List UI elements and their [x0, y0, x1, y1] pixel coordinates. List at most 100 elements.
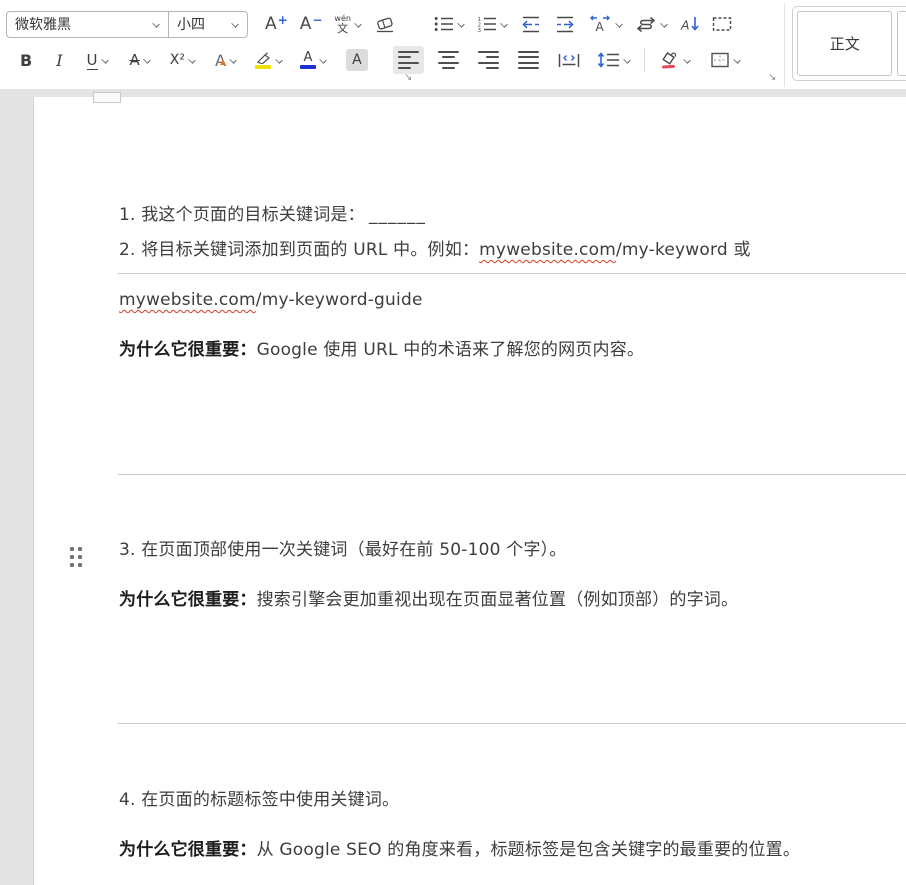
chevron-down-icon [660, 21, 668, 27]
sort-button[interactable]: A [675, 10, 705, 38]
style-item-body-text[interactable]: 正文 [797, 11, 892, 76]
line-spacing-button[interactable] [592, 46, 636, 74]
app-window: 微软雅黑 小四 A + A − [0, 0, 906, 885]
horizontal-rule [118, 474, 906, 475]
align-left-button[interactable] [393, 46, 424, 74]
bold-button[interactable]: B [15, 46, 37, 74]
bullet-list-button[interactable] [429, 10, 470, 38]
ribbon-row-format: B I U A X² A [6, 45, 747, 75]
bullet-list-icon [434, 16, 454, 32]
underline-button[interactable]: U [82, 46, 114, 74]
group-separator [644, 48, 645, 72]
italic-icon: I [56, 51, 62, 70]
swap-arrows-icon [635, 16, 657, 33]
text-frame-button[interactable] [707, 10, 737, 38]
justify-button[interactable] [513, 46, 544, 74]
paragraph-3: 3. 在页面顶部使用一次关键词（最好在前 50-100 个字）。 [119, 538, 567, 562]
chevron-down-icon [457, 21, 465, 27]
paragraph-dialog-launcher-icon[interactable]: ↘ [768, 73, 776, 83]
italic-button[interactable]: I [51, 46, 67, 74]
chevron-down-icon [615, 21, 623, 27]
align-center-button[interactable] [433, 46, 464, 74]
numbered-list-icon: 1 2 3 [477, 16, 497, 32]
decrease-indent-icon [520, 16, 542, 33]
swap-text-button[interactable] [630, 10, 673, 38]
document-canvas-background: 1. 我这个页面的目标关键词是：______ 2. 将目标关键词添加到页面的 U… [0, 89, 906, 885]
phonetic-guide-icon: wén 文 [334, 15, 351, 34]
font-color-button[interactable]: A [295, 46, 332, 74]
font-size-select[interactable]: 小四 [169, 12, 247, 37]
character-scale-button[interactable]: A [583, 10, 628, 38]
grow-font-icon: A + [265, 16, 288, 33]
chevron-down-icon [143, 57, 151, 63]
superscript-icon: X² [170, 52, 185, 68]
numbered-list-button[interactable]: 1 2 3 [472, 10, 513, 38]
document-page[interactable]: 1. 我这个页面的目标关键词是：______ 2. 将目标关键词添加到页面的 U… [33, 97, 906, 885]
paragraph-4: 4. 在页面的标题标签中使用关键词。 [119, 788, 399, 812]
highlighter-icon [254, 52, 272, 69]
paragraph-4-why: 为什么它很重要：从 Google SEO 的角度来看，标题标签是包含关键字的最重… [119, 838, 800, 862]
horizontal-rule [118, 273, 906, 274]
ribbon-row-font: 微软雅黑 小四 A + A − [6, 9, 738, 39]
align-left-icon [398, 51, 419, 69]
paragraph-drag-handle[interactable] [70, 547, 82, 569]
align-center-icon [438, 51, 459, 69]
clear-formatting-button[interactable] [369, 10, 401, 38]
text-effects-button[interactable]: A [210, 46, 242, 74]
spellcheck-underlined-text: mywebsite.com [119, 290, 256, 310]
line-spacing-icon [597, 52, 620, 68]
sort-icon: A [680, 15, 700, 33]
paragraph-2-line-2: mywebsite.com/my-keyword-guide [119, 288, 423, 312]
align-right-button[interactable] [473, 46, 504, 74]
shading-fill-button[interactable] [653, 46, 696, 74]
svg-text:A: A [595, 20, 604, 33]
strikethrough-button[interactable]: A [125, 46, 156, 74]
character-scale-icon: A [588, 15, 612, 33]
eraser-icon [374, 16, 396, 33]
paragraph-2-line-1: 2. 将目标关键词添加到页面的 URL 中。例如：mywebsite.com/m… [119, 238, 751, 262]
spellcheck-underlined-text: mywebsite.com [479, 240, 616, 260]
borders-button[interactable] [705, 46, 746, 74]
font-size-value: 小四 [177, 14, 205, 34]
chevron-down-icon [275, 57, 283, 63]
font-dialog-launcher-icon[interactable]: ↘ [404, 73, 412, 83]
formatting-ribbon: 微软雅黑 小四 A + A − [0, 0, 906, 89]
font-name-value: 微软雅黑 [15, 14, 71, 34]
chevron-down-icon [319, 57, 327, 63]
gallery-separator [784, 3, 785, 87]
decrease-indent-button[interactable] [515, 10, 547, 38]
svg-text:A: A [680, 18, 690, 33]
chevron-down-icon [500, 21, 508, 27]
frame-icon [712, 16, 732, 32]
superscript-button[interactable]: X² [165, 46, 201, 74]
paragraph-1: 1. 我这个页面的目标关键词是：______ [119, 203, 426, 227]
shrink-font-button[interactable]: A − [295, 10, 328, 38]
grow-font-button[interactable]: A + [260, 10, 293, 38]
phonetic-guide-button[interactable]: wén 文 [329, 10, 367, 38]
strikethrough-icon: A [130, 51, 140, 69]
paint-bucket-icon [658, 51, 680, 69]
shrink-font-icon: A − [300, 16, 323, 33]
style-item-next[interactable] [897, 11, 906, 76]
chevron-down-icon [231, 21, 239, 27]
text-effects-icon: A [215, 51, 226, 70]
chevron-down-icon [683, 57, 691, 63]
borders-icon [710, 51, 730, 69]
character-shading-button[interactable]: A [341, 46, 373, 74]
font-color-icon: A [300, 51, 316, 69]
align-right-icon [478, 51, 499, 69]
chevron-down-icon [623, 57, 631, 63]
underline-icon: U [87, 51, 98, 70]
paragraph-2-why: 为什么它很重要：Google 使用 URL 中的术语来了解您的网页内容。 [119, 338, 644, 362]
highlight-color-button[interactable] [249, 46, 288, 74]
fill-in-blank: ______ [369, 205, 426, 225]
chevron-down-icon [188, 57, 196, 63]
font-name-select[interactable]: 微软雅黑 [7, 12, 169, 37]
chevron-down-icon [733, 57, 741, 63]
font-combo-group: 微软雅黑 小四 [6, 11, 248, 38]
bold-icon: B [20, 51, 32, 70]
increase-indent-button[interactable] [549, 10, 581, 38]
page-top-margin-marker[interactable] [93, 92, 121, 103]
distribute-button[interactable] [553, 46, 585, 74]
distribute-icon [558, 52, 580, 69]
